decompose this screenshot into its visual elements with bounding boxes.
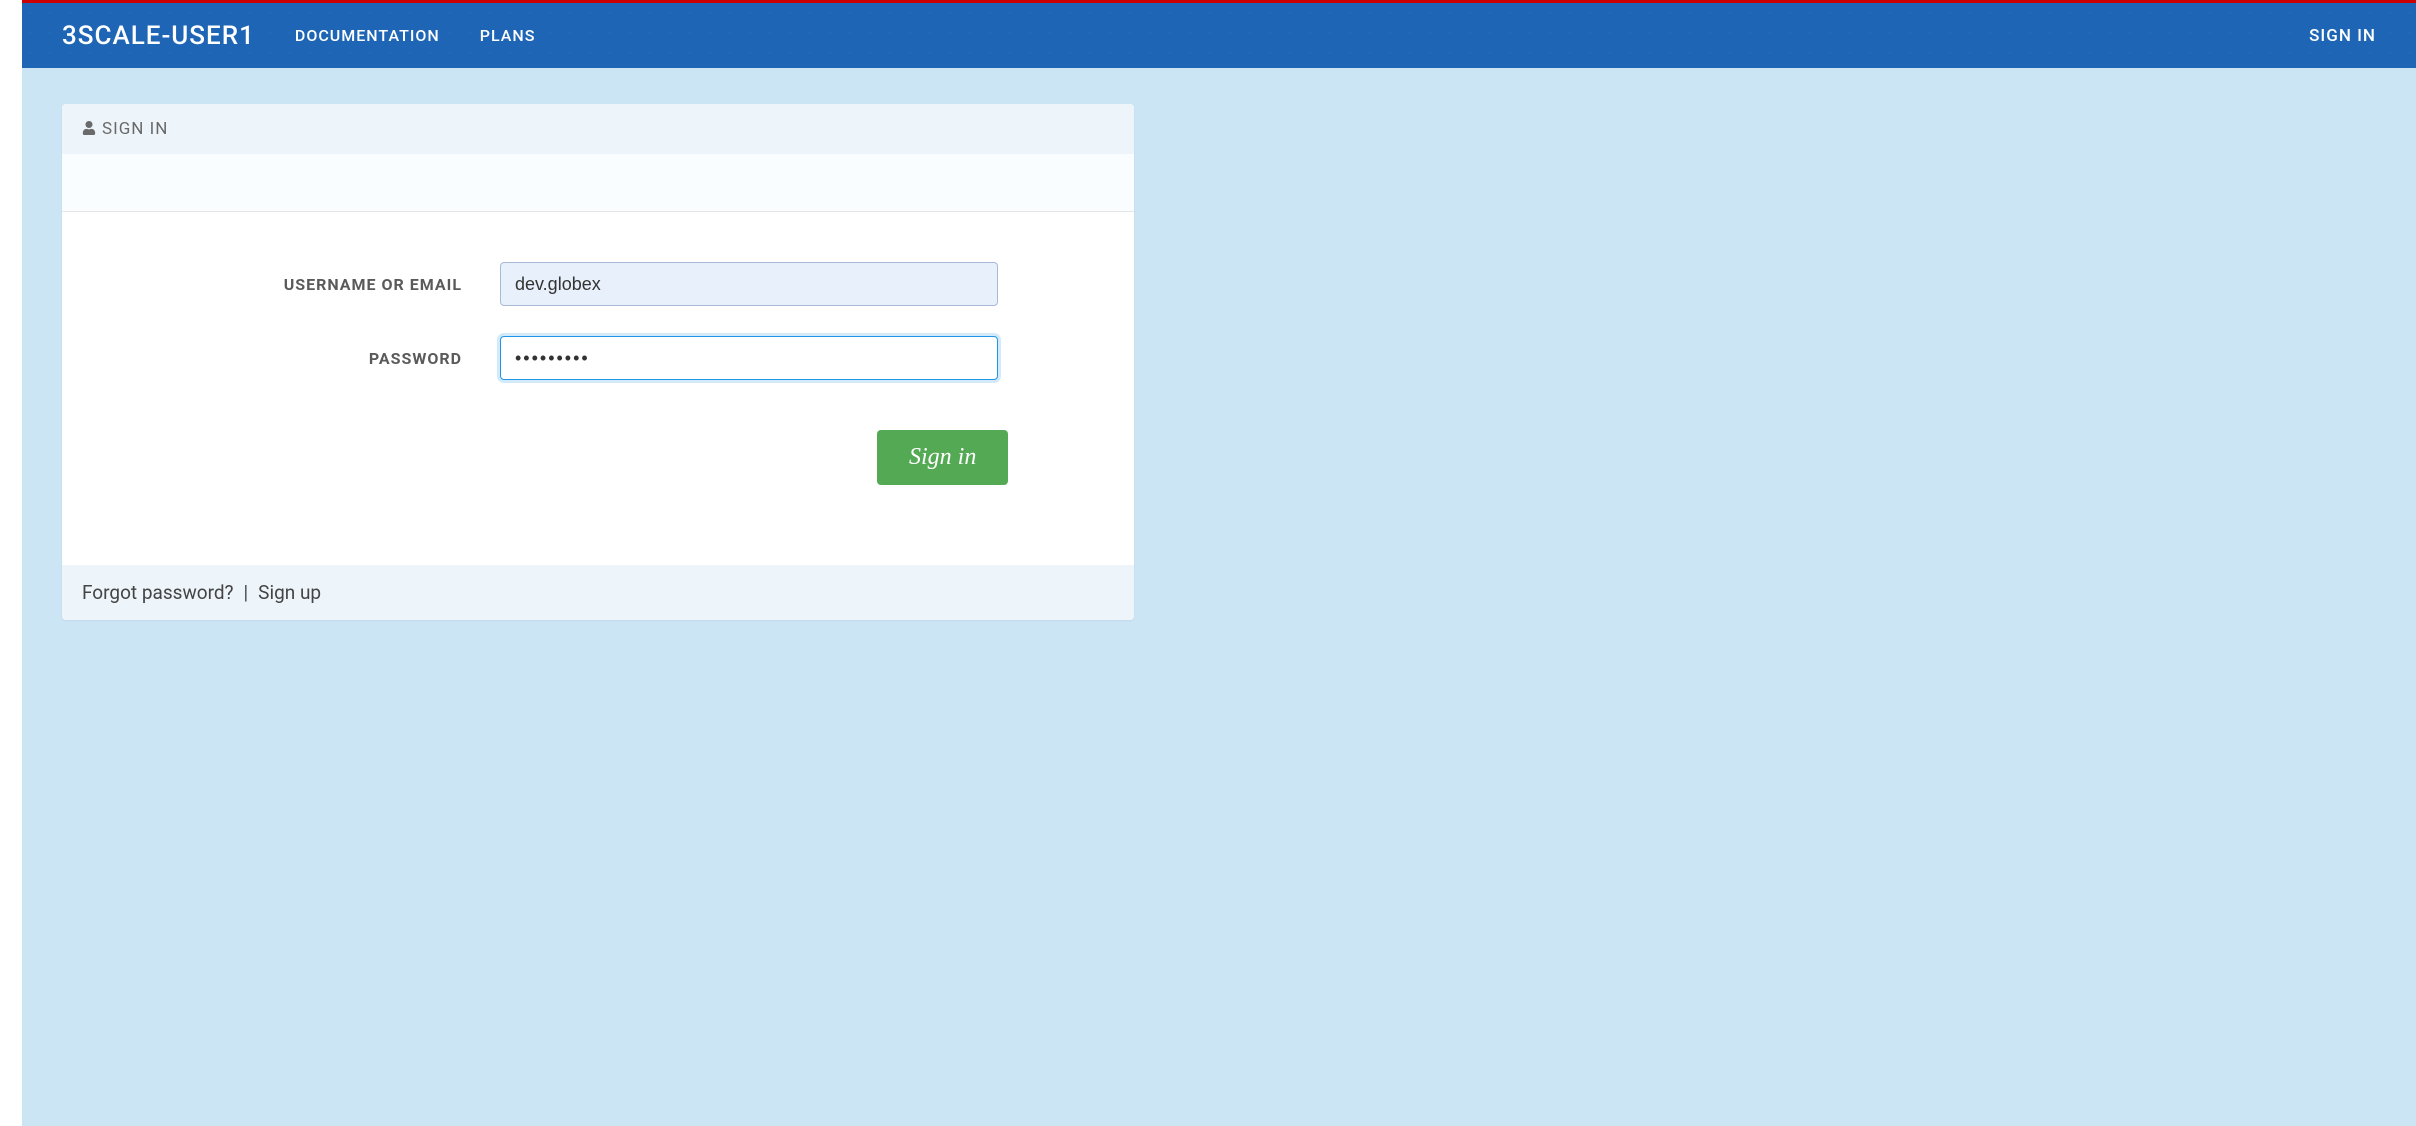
username-row: USERNAME OR EMAIL bbox=[162, 262, 1034, 306]
content-area: SIGN IN USERNAME OR EMAIL PASSWORD Sign … bbox=[0, 68, 2416, 656]
password-label: PASSWORD bbox=[162, 349, 462, 368]
nav-documentation[interactable]: DOCUMENTATION bbox=[295, 26, 440, 45]
footer-separator: | bbox=[244, 581, 249, 604]
sign-up-link[interactable]: Sign up bbox=[258, 581, 321, 604]
forgot-password-link[interactable]: Forgot password? bbox=[82, 581, 234, 604]
header-bar: 3SCALE-USER1 DOCUMENTATION PLANS SIGN IN bbox=[0, 3, 2416, 68]
signin-panel: SIGN IN USERNAME OR EMAIL PASSWORD Sign … bbox=[62, 104, 1134, 620]
nav-links: DOCUMENTATION PLANS bbox=[295, 26, 536, 45]
panel-header-title: SIGN IN bbox=[102, 119, 168, 139]
panel-footer: Forgot password? | Sign up bbox=[62, 565, 1134, 620]
header-right: SIGN IN bbox=[2309, 26, 2376, 46]
username-label: USERNAME OR EMAIL bbox=[162, 275, 462, 294]
header-sign-in-link[interactable]: SIGN IN bbox=[2309, 26, 2376, 46]
button-row: Sign in bbox=[162, 430, 1034, 485]
panel-subheader bbox=[62, 154, 1134, 212]
panel-body: USERNAME OR EMAIL PASSWORD Sign in bbox=[62, 212, 1134, 565]
nav-plans[interactable]: PLANS bbox=[480, 26, 536, 45]
password-row: PASSWORD bbox=[162, 336, 1034, 380]
left-edge-strip bbox=[0, 0, 22, 1126]
brand-title[interactable]: 3SCALE-USER1 bbox=[62, 21, 255, 51]
signin-button[interactable]: Sign in bbox=[877, 430, 1008, 485]
header-left: 3SCALE-USER1 DOCUMENTATION PLANS bbox=[62, 21, 535, 51]
panel-header: SIGN IN bbox=[62, 104, 1134, 154]
password-input[interactable] bbox=[500, 336, 998, 380]
username-input[interactable] bbox=[500, 262, 998, 306]
user-icon bbox=[82, 120, 96, 139]
